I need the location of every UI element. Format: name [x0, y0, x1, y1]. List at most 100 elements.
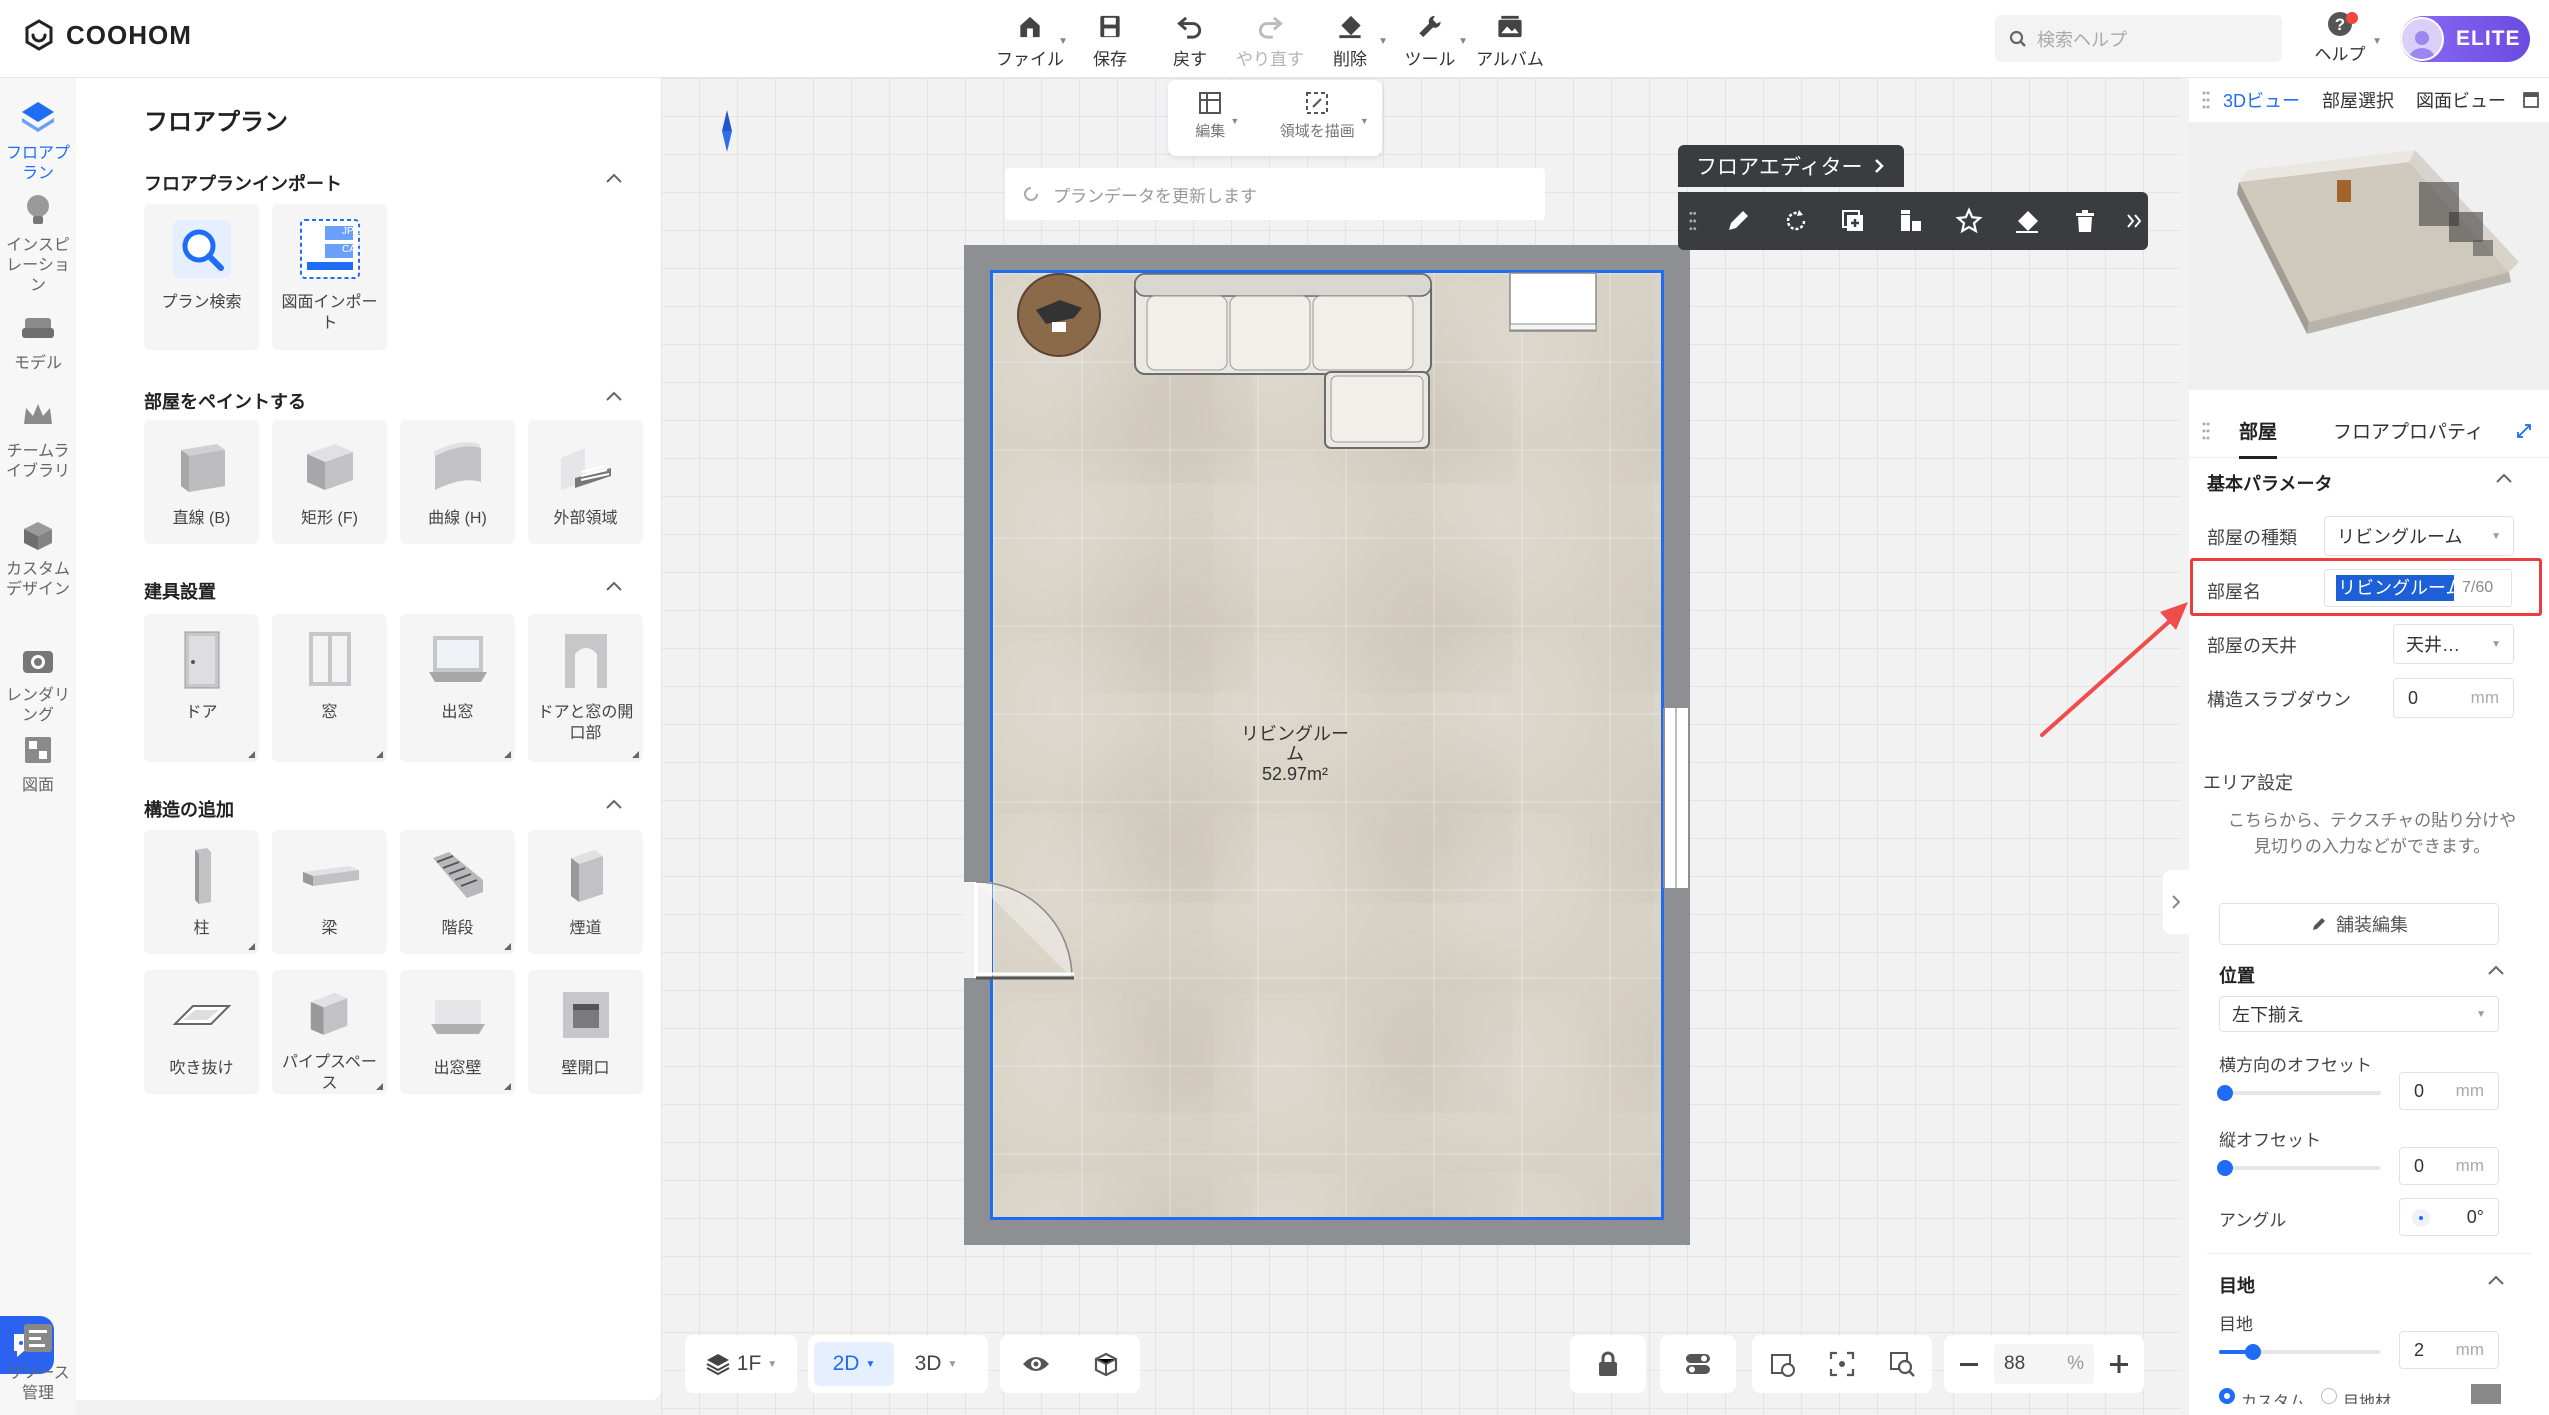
grout-slider[interactable] [2219, 1344, 2381, 1360]
grout-color-swatch[interactable] [2471, 1384, 2501, 1404]
bay-window-card[interactable]: 出窓 [400, 614, 515, 762]
chevron-up-icon[interactable] [2487, 1274, 2505, 1286]
split-room-button[interactable] [1887, 196, 1935, 246]
album-button[interactable]: アルバム [1470, 8, 1550, 70]
alignment-select[interactable]: 左下揃え ▼ [2219, 996, 2499, 1032]
floor-editor-title[interactable]: フロアエディター [1678, 145, 1904, 187]
paint-curve-card[interactable]: 曲線 (H) [400, 420, 515, 544]
rail-item-team-library[interactable]: チームライブラリ [0, 394, 76, 482]
rail-item-inspiration[interactable]: インスピレーション [0, 188, 76, 296]
logo[interactable]: COOHOM [22, 18, 192, 52]
account-badge[interactable]: ELITE [2400, 16, 2530, 62]
edit-button[interactable]: 編集 ▼ [1195, 90, 1239, 156]
h-offset-slider[interactable] [2217, 1085, 2381, 1101]
lock-button[interactable] [1570, 1335, 1646, 1393]
delete-menu-button[interactable]: 削除 ▼ [1310, 8, 1390, 70]
chevron-up-icon[interactable] [605, 390, 623, 402]
bay-window-wall-card[interactable]: 出窓壁 [400, 970, 515, 1094]
redo-button[interactable]: やり直す [1230, 8, 1310, 70]
mode-3d-button[interactable]: 3D ▼ [894, 1342, 978, 1386]
erase-button[interactable] [2003, 196, 2051, 246]
tab-room[interactable]: 部屋 [2211, 404, 2305, 459]
side-table-furniture[interactable] [1016, 272, 1102, 358]
room-label[interactable]: リビングルーム 52.97m² [1235, 724, 1355, 784]
rail-item-custom-design[interactable]: カスタムデザイン [0, 512, 76, 600]
paint-outer-card[interactable]: 外部領域 [528, 420, 643, 544]
help-button[interactable]: ? ヘルプ ▼ [2310, 10, 2382, 70]
slider-knob[interactable] [2217, 1085, 2233, 1101]
more-button[interactable] [2119, 196, 2148, 246]
v-offset-slider[interactable] [2217, 1160, 2381, 1176]
tools-menu-button[interactable]: ツール ▼ [1390, 8, 1470, 70]
chevron-up-icon[interactable] [605, 580, 623, 592]
pipe-space-card[interactable]: パイプスペース [272, 970, 387, 1094]
collapse-right-panel-button[interactable] [2163, 870, 2189, 934]
slider-knob[interactable] [2217, 1160, 2233, 1176]
h-offset-input[interactable]: 0 mm [2399, 1072, 2499, 1110]
toggle-settings-button[interactable] [1660, 1335, 1736, 1393]
slab-down-input[interactable]: 0 mm [2393, 678, 2514, 718]
mode-2d-button[interactable]: 2D ▼ [814, 1342, 894, 1386]
door-card[interactable]: ドア [144, 614, 259, 762]
drag-handle-icon[interactable] [2201, 89, 2211, 111]
rail-item-model[interactable]: モデル [0, 306, 76, 374]
fit-screen-button[interactable] [1827, 1349, 1857, 1379]
3d-preview-viewport[interactable] [2189, 122, 2549, 390]
help-search-input[interactable]: 検索ヘルプ [1995, 15, 2282, 62]
pencil-edit-button[interactable] [1714, 196, 1762, 246]
beam-card[interactable]: 梁 [272, 830, 387, 954]
wall-opening-card[interactable]: 壁開口 [528, 970, 643, 1094]
rail-item-drawing[interactable]: 図面 [0, 728, 76, 796]
custom-radio[interactable] [2219, 1388, 2235, 1404]
rail-item-resource[interactable]: リソース管理 [0, 1316, 76, 1404]
tab-3d-view[interactable]: 3Dビュー [2223, 87, 2300, 113]
file-menu-button[interactable]: ファイル ▼ [990, 8, 1070, 70]
v-offset-input[interactable]: 0 mm [2399, 1147, 2499, 1185]
chevron-up-icon[interactable] [605, 798, 623, 810]
avatar[interactable] [2400, 17, 2444, 61]
save-button[interactable]: 保存 [1070, 8, 1150, 70]
paint-straight-card[interactable]: 直線 (B) [144, 420, 259, 544]
reset-view-button[interactable] [1767, 1349, 1797, 1379]
flue-card[interactable]: 煙道 [528, 830, 643, 954]
window-right-wall[interactable] [1663, 708, 1690, 888]
chevron-up-icon[interactable] [2487, 964, 2505, 976]
paint-rect-card[interactable]: 矩形 (F) [272, 420, 387, 544]
column-card[interactable]: 柱 [144, 830, 259, 954]
tv-cabinet-furniture[interactable] [1509, 272, 1597, 334]
zoom-input[interactable]: 88 % [1994, 1344, 2094, 1384]
zoom-out-button[interactable] [1958, 1353, 1980, 1375]
tab-room-select[interactable]: 部屋選択 [2322, 87, 2394, 113]
trash-button[interactable] [2061, 196, 2109, 246]
rotate-button[interactable] [1772, 196, 1820, 246]
rail-item-rendering[interactable]: レンダリング [0, 638, 76, 726]
paving-edit-button[interactable]: 舗装編集 [2219, 903, 2499, 945]
tab-floor-properties[interactable]: フロアプロパティ [2305, 404, 2512, 458]
visibility-button[interactable] [1021, 1353, 1051, 1375]
door-swing[interactable] [970, 880, 1080, 980]
copy-add-button[interactable] [1830, 196, 1878, 246]
drag-handle-icon[interactable] [1688, 209, 1698, 233]
zoom-in-button[interactable] [2108, 1353, 2130, 1375]
floor-selector[interactable]: 1F ▼ [685, 1335, 797, 1393]
undo-button[interactable]: 戻す [1150, 8, 1230, 70]
tab-drawing-view[interactable]: 図面ビュー [2416, 87, 2506, 113]
plan-search-card[interactable]: プラン検索 [144, 204, 259, 350]
drag-handle-icon[interactable] [2201, 420, 2211, 442]
stairs-card[interactable]: 階段 [400, 830, 515, 954]
void-card[interactable]: 吹き抜け [144, 970, 259, 1094]
draw-area-button[interactable]: 領域を描画 ▼ [1280, 90, 1369, 156]
ceiling-select[interactable]: 天井… ▼ [2393, 624, 2514, 664]
chevron-up-icon[interactable] [2495, 472, 2513, 484]
slider-knob[interactable] [2245, 1344, 2261, 1360]
chevron-up-icon[interactable] [605, 172, 623, 184]
cube-view-button[interactable] [1092, 1350, 1120, 1378]
update-plan-bar[interactable]: プランデータを更新します [1005, 168, 1545, 220]
grout-width-input[interactable]: 2 mm [2399, 1331, 2499, 1369]
zoom-region-button[interactable] [1887, 1349, 1917, 1379]
opening-card[interactable]: ドアと窓の開口部 [528, 614, 643, 762]
expand-icon[interactable] [2516, 423, 2532, 439]
grout-material-radio[interactable] [2321, 1388, 2338, 1404]
angle-dial-icon[interactable] [2412, 1209, 2430, 1227]
window-card[interactable]: 窓 [272, 614, 387, 762]
